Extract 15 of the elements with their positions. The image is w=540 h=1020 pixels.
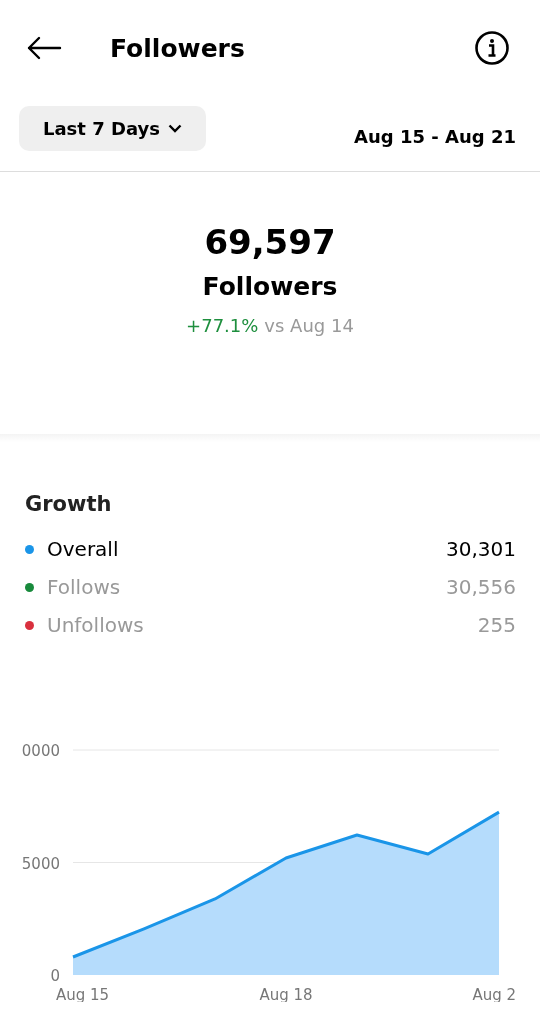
comparison-text: vs Aug 14 <box>264 315 354 336</box>
follower-count: 69,597 <box>204 222 336 262</box>
chevron-down-icon <box>168 124 182 133</box>
date-range-dropdown[interactable]: Last 7 Days <box>19 106 206 151</box>
legend-item[interactable]: Overall 30,301 <box>25 530 516 568</box>
y-axis-label: 0000 <box>21 742 60 760</box>
y-axis-label: 0 <box>50 967 60 985</box>
section-title: Growth <box>24 492 113 516</box>
follower-label: Followers <box>202 272 338 301</box>
info-icon[interactable] <box>474 30 510 66</box>
change-percent: +77.1% <box>186 315 259 336</box>
y-axis-label: 5000 <box>21 854 60 873</box>
page-title: Followers <box>110 33 246 63</box>
date-range-text: Aug 15 - Aug 21 <box>354 126 516 147</box>
back-arrow-icon[interactable] <box>26 36 62 60</box>
